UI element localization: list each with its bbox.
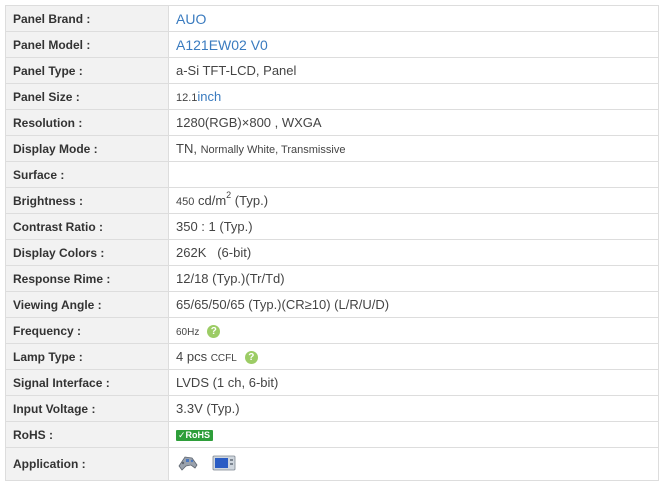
lamp-type-value: 4 pcs CCFL? xyxy=(168,343,659,370)
panel-brand-label: Panel Brand : xyxy=(5,5,169,32)
display-colors-label: Display Colors : xyxy=(5,239,169,266)
viewing-angle-label: Viewing Angle : xyxy=(5,291,169,318)
brightness-label: Brightness : xyxy=(5,187,169,214)
surface-value xyxy=(168,161,659,188)
application-label: Application : xyxy=(5,447,169,481)
lamp-type-label: Lamp Type : xyxy=(5,343,169,370)
resolution-label: Resolution : xyxy=(5,109,169,136)
frequency-label: Frequency : xyxy=(5,317,169,344)
panel-size-value: 12.1inch xyxy=(168,83,659,110)
panel-size-unit-link[interactable]: inch xyxy=(197,89,221,104)
table-row: Display Mode : TN, Normally White, Trans… xyxy=(5,135,659,162)
contrast-ratio-value: 350 : 1 (Typ.) xyxy=(168,213,659,240)
table-row: Signal Interface : LVDS (1 ch, 6-bit) xyxy=(5,369,659,396)
rohs-badge-text: RoHS xyxy=(185,430,211,441)
panel-model-value: A121EW02 V0 xyxy=(168,31,659,58)
display-mode-tn: TN, xyxy=(176,141,197,156)
panel-type-value: a-Si TFT-LCD, Panel xyxy=(168,57,659,84)
rohs-value: ✓RoHS xyxy=(168,421,659,448)
panel-size-label: Panel Size : xyxy=(5,83,169,110)
brightness-note: (Typ.) xyxy=(234,193,269,208)
portable-monitor-icon[interactable] xyxy=(212,454,238,475)
input-voltage-label: Input Voltage : xyxy=(5,395,169,422)
table-row: Viewing Angle : 65/65/50/65 (Typ.)(CR≥10… xyxy=(5,291,659,318)
table-row: Response Rime : 12/18 (Typ.)(Tr/Td) xyxy=(5,265,659,292)
table-row: Panel Type : a-Si TFT-LCD, Panel xyxy=(5,57,659,84)
display-mode-value: TN, Normally White, Transmissive xyxy=(168,135,659,162)
response-time-value: 12/18 (Typ.)(Tr/Td) xyxy=(168,265,659,292)
table-row: Brightness : 450 cd/m2 (Typ.) xyxy=(5,187,659,214)
table-row: Contrast Ratio : 350 : 1 (Typ.) xyxy=(5,213,659,240)
panel-brand-value: AUO xyxy=(168,5,659,32)
panel-spec-table: Panel Brand : AUO Panel Model : A121EW02… xyxy=(5,5,659,481)
lamp-count: 4 pcs xyxy=(176,348,208,364)
panel-model-link[interactable]: A121EW02 V0 xyxy=(176,37,268,53)
game-controller-icon[interactable] xyxy=(176,453,200,476)
frequency-text: 60Hz xyxy=(176,326,200,338)
brightness-number: 450 xyxy=(176,196,195,208)
check-icon: ✓ xyxy=(178,430,186,441)
signal-interface-label: Signal Interface : xyxy=(5,369,169,396)
rohs-badge: ✓RoHS xyxy=(176,430,214,442)
panel-size-number: 12.1 xyxy=(176,92,198,104)
lamp-kind: CCFL xyxy=(210,352,237,364)
contrast-ratio-label: Contrast Ratio : xyxy=(5,213,169,240)
table-row: RoHS : ✓RoHS xyxy=(5,421,659,448)
question-circle-icon[interactable]: ? xyxy=(207,325,221,339)
input-voltage-value: 3.3V (Typ.) xyxy=(168,395,659,422)
panel-type-label: Panel Type : xyxy=(5,57,169,84)
resolution-value: 1280(RGB)×800 , WXGA xyxy=(168,109,659,136)
table-row: Input Voltage : 3.3V (Typ.) xyxy=(5,395,659,422)
table-row: Panel Model : A121EW02 V0 xyxy=(5,31,659,58)
table-row: Panel Brand : AUO xyxy=(5,5,659,32)
brightness-unit-exponent: 2 xyxy=(226,190,232,200)
brightness-value: 450 cd/m2 (Typ.) xyxy=(168,187,659,214)
panel-brand-link[interactable]: AUO xyxy=(176,11,206,27)
table-row: Resolution : 1280(RGB)×800 , WXGA xyxy=(5,109,659,136)
rohs-label: RoHS : xyxy=(5,421,169,448)
panel-model-label: Panel Model : xyxy=(5,31,169,58)
question-circle-icon[interactable]: ? xyxy=(244,351,258,365)
application-value xyxy=(168,447,659,481)
table-row: Frequency : 60Hz? xyxy=(5,317,659,344)
frequency-value: 60Hz? xyxy=(168,317,659,344)
brightness-unit: cd/m xyxy=(197,193,227,208)
display-mode-label: Display Mode : xyxy=(5,135,169,162)
surface-label: Surface : xyxy=(5,161,169,188)
table-row: Panel Size : 12.1inch xyxy=(5,83,659,110)
table-row: Application : xyxy=(5,447,659,481)
viewing-angle-value: 65/65/50/65 (Typ.)(CR≥10) (L/R/U/D) xyxy=(168,291,659,318)
display-mode-rest: Normally White, Transmissive xyxy=(200,144,346,156)
table-row: Surface : xyxy=(5,161,659,188)
table-row: Display Colors : 262K (6-bit) xyxy=(5,239,659,266)
display-colors-value: 262K (6-bit) xyxy=(168,239,659,266)
response-time-label: Response Rime : xyxy=(5,265,169,292)
signal-interface-value: LVDS (1 ch, 6-bit) xyxy=(168,369,659,396)
table-row: Lamp Type : 4 pcs CCFL? xyxy=(5,343,659,370)
